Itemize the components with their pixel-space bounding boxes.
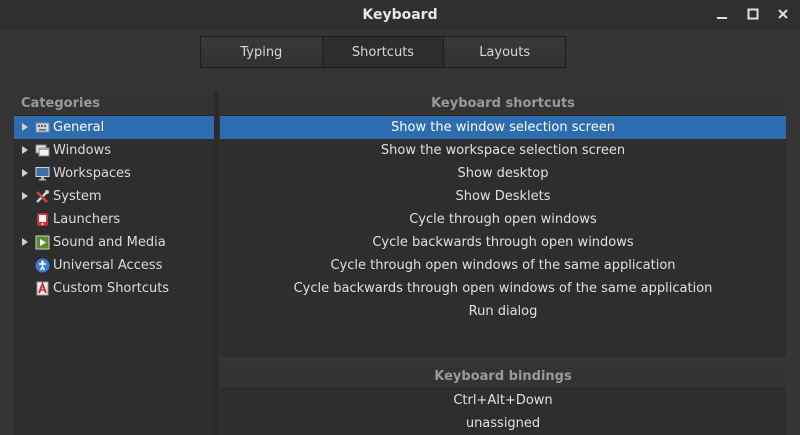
category-universal-access[interactable]: Universal Access — [14, 254, 214, 277]
category-system[interactable]: System — [14, 185, 214, 208]
tab-shortcuts[interactable]: Shortcuts — [322, 37, 445, 67]
bindings-list: Ctrl+Alt+Down unassigned — [220, 389, 786, 435]
tab-bar: Typing Shortcuts Layouts — [200, 36, 566, 68]
shortcuts-header: Keyboard shortcuts — [220, 92, 786, 116]
close-button[interactable] — [774, 5, 792, 23]
shortcut-row[interactable]: Run dialog — [220, 300, 786, 323]
category-custom-shortcuts[interactable]: Custom Shortcuts — [14, 277, 214, 300]
bindings-pane: Keyboard bindings Ctrl+Alt+Down unassigne… — [220, 365, 786, 435]
category-launchers[interactable]: Launchers — [14, 208, 214, 231]
category-general[interactable]: General — [14, 116, 214, 139]
bindings-header: Keyboard bindings — [220, 365, 786, 389]
expander-arrow-icon[interactable] — [22, 238, 28, 246]
shortcuts-list: Show the window selection screen Show the… — [220, 116, 786, 323]
pane-splitter[interactable] — [214, 92, 219, 435]
binding-row[interactable]: Ctrl+Alt+Down — [220, 389, 786, 412]
shortcut-row[interactable]: Cycle through open windows — [220, 208, 786, 231]
close-icon — [778, 9, 788, 19]
pane-divider[interactable] — [220, 357, 786, 365]
minimize-button[interactable] — [713, 5, 731, 23]
tab-typing[interactable]: Typing — [201, 37, 323, 67]
categories-list: General Windows Workspaces System Launchers S… — [14, 116, 214, 300]
category-label: Launchers — [53, 212, 121, 227]
category-label: System — [53, 189, 102, 204]
binding-row[interactable]: unassigned — [220, 412, 786, 435]
shortcut-row[interactable]: Cycle backwards through open windows — [220, 231, 786, 254]
category-sound-and-media[interactable]: Sound and Media — [14, 231, 214, 254]
category-label: Windows — [53, 143, 112, 158]
custom-icon — [35, 281, 50, 296]
accessibility-icon — [35, 258, 50, 273]
tools-icon — [35, 189, 50, 204]
shortcut-row[interactable]: Show Desklets — [220, 185, 786, 208]
title-bar: Keyboard — [0, 0, 800, 30]
shortcut-row[interactable]: Show the workspace selection screen — [220, 139, 786, 162]
tab-layouts[interactable]: Layouts — [444, 37, 566, 67]
categories-header: Categories — [14, 92, 214, 116]
shortcut-row[interactable]: Show desktop — [220, 162, 786, 185]
category-windows[interactable]: Windows — [14, 139, 214, 162]
maximize-icon — [747, 8, 759, 20]
category-label: Universal Access — [53, 258, 163, 273]
shortcuts-pane: Keyboard shortcuts Show the window selec… — [220, 92, 786, 357]
expander-arrow-icon[interactable] — [22, 146, 28, 154]
media-icon — [35, 235, 50, 250]
shortcut-row[interactable]: Cycle backwards through open windows of … — [220, 277, 786, 300]
category-workspaces[interactable]: Workspaces — [14, 162, 214, 185]
maximize-button[interactable] — [744, 5, 762, 23]
categories-pane: Categories General Windows Workspaces Syste… — [14, 92, 215, 435]
minimize-icon — [717, 17, 727, 19]
shortcut-row[interactable]: Cycle through open windows of the same a… — [220, 254, 786, 277]
category-label: Sound and Media — [53, 235, 166, 250]
expander-arrow-icon[interactable] — [22, 169, 28, 177]
expander-arrow-icon[interactable] — [22, 192, 28, 200]
shortcut-row[interactable]: Show the window selection screen — [220, 116, 786, 139]
category-label: Custom Shortcuts — [53, 281, 170, 296]
launchers-icon — [35, 212, 50, 227]
monitor-icon — [35, 166, 50, 181]
category-label: General — [53, 120, 105, 135]
keyboard-icon — [35, 120, 50, 135]
windows-icon — [35, 143, 50, 158]
category-label: Workspaces — [53, 166, 131, 181]
expander-arrow-icon[interactable] — [22, 123, 28, 131]
window-title: Keyboard — [362, 7, 438, 23]
